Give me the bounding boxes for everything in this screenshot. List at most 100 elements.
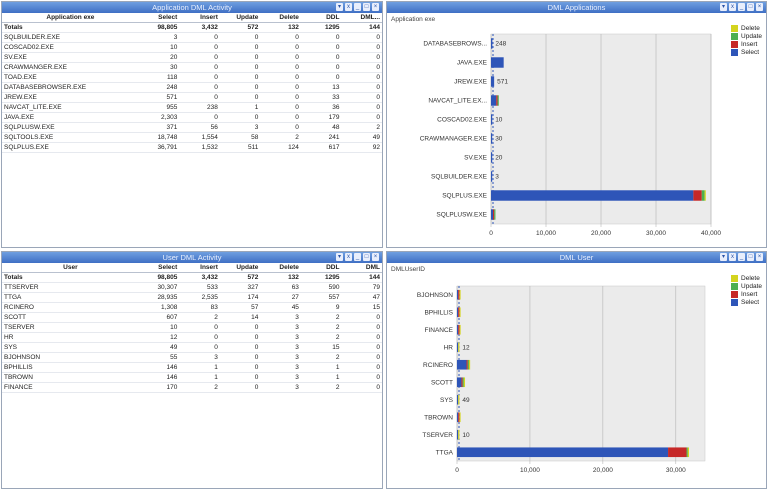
table-row[interactable]: SQLBUILDER.EXE 3 0 0 0 0 0 (2, 32, 382, 43)
cell-value: 83 (179, 302, 220, 313)
column-header[interactable]: Application exe (2, 13, 139, 23)
xl-icon[interactable]: x (345, 253, 352, 261)
category-label: JAVA.EXE (457, 60, 488, 67)
minimize-icon[interactable]: _ (354, 253, 361, 261)
table-row[interactable]: CRAWMANGER.EXE 30 0 0 0 0 0 (2, 62, 382, 73)
column-header[interactable]: User (2, 263, 139, 273)
legend-item[interactable]: Delete (731, 274, 762, 282)
row-label: HR (2, 332, 139, 343)
table-row[interactable]: TTGA 28,935 2,535 174 27 557 47 (2, 292, 382, 303)
x-tick-label: 20,000 (593, 467, 613, 474)
table-row[interactable]: SQLTOOLS.EXE 18,748 1,554 58 2 241 49 (2, 132, 382, 143)
totals-row[interactable]: Totals 98,805 3,432 572 132 1295 144 (2, 272, 382, 283)
cell-value: 0 (219, 82, 261, 93)
cell-value: 36 (300, 102, 342, 113)
table-row[interactable]: BJOHNSON 55 3 0 3 2 0 (2, 352, 382, 363)
column-header[interactable]: DDL (300, 13, 342, 23)
xl-icon[interactable]: x (345, 3, 352, 11)
legend-item[interactable]: Update (731, 32, 762, 40)
bar-segment-select (457, 307, 459, 318)
bar-segment-insert (461, 377, 463, 388)
legend-item[interactable]: Update (731, 282, 762, 290)
user-panel-titlebar[interactable]: User DML Activity ▾ x _ □ × (2, 252, 382, 263)
dml-applications-chart-panel: DML Applications ▾ x _ □ × Application e… (386, 1, 767, 248)
filter-icon[interactable]: ▾ (336, 253, 343, 261)
table-row[interactable]: HR 12 0 0 3 2 0 (2, 332, 382, 343)
maximize-icon[interactable]: □ (363, 3, 370, 11)
column-header[interactable]: Insert (179, 13, 220, 23)
cell-value: 248 (138, 82, 180, 93)
column-header[interactable]: Delete (260, 13, 301, 23)
column-header[interactable]: Delete (260, 263, 301, 273)
row-label: BPHILLIS (2, 362, 139, 373)
column-header[interactable]: DML (341, 263, 382, 273)
bar-segment-select (491, 38, 493, 49)
maximize-icon[interactable]: □ (747, 3, 754, 11)
cell-value: 2 (179, 312, 220, 323)
bar-segment-select (457, 429, 459, 440)
legend-item[interactable]: Select (731, 298, 762, 306)
cell-value: 0 (219, 322, 261, 333)
cell-value: 0 (179, 322, 220, 333)
minimize-icon[interactable]: _ (738, 3, 745, 11)
table-row[interactable]: TOAD.EXE 118 0 0 0 0 0 (2, 72, 382, 83)
maximize-icon[interactable]: □ (363, 253, 370, 261)
table-row[interactable]: FINANCE 170 2 0 3 2 0 (2, 382, 382, 393)
filter-icon[interactable]: ▾ (720, 3, 727, 11)
column-header[interactable]: DDL (300, 263, 342, 273)
table-row[interactable]: SQLPLUSW.EXE 371 56 3 0 48 2 (2, 122, 382, 133)
column-header[interactable]: Update (219, 13, 261, 23)
legend-item[interactable]: Insert (731, 40, 762, 48)
close-icon[interactable]: × (756, 253, 763, 261)
column-header[interactable]: Update (219, 263, 261, 273)
minimize-icon[interactable]: _ (354, 3, 361, 11)
legend-item[interactable]: Delete (731, 24, 762, 32)
table-row[interactable]: SV.EXE 20 0 0 0 0 0 (2, 52, 382, 63)
legend-label: Select (741, 48, 760, 56)
maximize-icon[interactable]: □ (747, 253, 754, 261)
table-row[interactable]: DATABASEBROWSER.EXE 248 0 0 0 13 0 (2, 82, 382, 93)
xl-icon[interactable]: x (729, 253, 736, 261)
table-row[interactable]: BPHILLIS 146 1 0 3 1 0 (2, 362, 382, 373)
legend-item[interactable]: Insert (731, 290, 762, 298)
close-icon[interactable]: × (372, 253, 379, 261)
cell-value: 3 (219, 122, 261, 133)
user-chart-titlebar[interactable]: DML User ▾ x _ □ × (387, 252, 766, 263)
filter-icon[interactable]: ▾ (720, 253, 727, 261)
cell-value: 15 (300, 342, 342, 353)
close-icon[interactable]: × (756, 3, 763, 11)
legend-item[interactable]: Select (731, 48, 762, 56)
table-row[interactable]: RCINERO 1,308 83 57 45 9 15 (2, 302, 382, 313)
cell-value: 3 (260, 312, 301, 323)
table-row[interactable]: NAVCAT_LITE.EXE 955 238 1 0 36 0 (2, 102, 382, 113)
cell-value: 36,791 (138, 142, 180, 153)
column-header[interactable]: Insert (179, 263, 220, 273)
table-row[interactable]: TTSERVER 30,307 533 327 63 590 79 (2, 282, 382, 293)
column-header[interactable]: Select (138, 263, 180, 273)
cell-value: 55 (138, 352, 180, 363)
table-row[interactable]: COSCAD02.EXE 10 0 0 0 0 0 (2, 42, 382, 53)
applications-chart-title: DML Applications (547, 3, 606, 12)
totals-row[interactable]: Totals 98,805 3,432 572 132 1295 144 (2, 22, 382, 33)
table-row[interactable]: SCOTT 607 2 14 3 2 0 (2, 312, 382, 323)
cell-value: 45 (260, 302, 301, 313)
cell-value: 0 (341, 352, 382, 363)
bar-segment-select (457, 394, 459, 405)
close-icon[interactable]: × (372, 3, 379, 11)
column-header[interactable]: DML... (341, 13, 382, 23)
xl-icon[interactable]: x (729, 3, 736, 11)
table-row[interactable]: JREW.EXE 571 0 0 0 33 0 (2, 92, 382, 103)
filter-icon[interactable]: ▾ (336, 3, 343, 11)
table-row[interactable]: SYS 49 0 0 3 15 0 (2, 342, 382, 353)
column-header[interactable]: Select (138, 13, 180, 23)
table-row[interactable]: JAVA.EXE 2,303 0 0 0 179 0 (2, 112, 382, 123)
applications-chart-titlebar[interactable]: DML Applications ▾ x _ □ × (387, 2, 766, 13)
table-row[interactable]: SQLPLUS.EXE 36,791 1,532 511 124 617 92 (2, 142, 382, 153)
application-panel-titlebar[interactable]: Application DML Activity ▾ x _ □ × (2, 2, 382, 13)
cell-value: 2,303 (138, 112, 180, 123)
minimize-icon[interactable]: _ (738, 253, 745, 261)
table-row[interactable]: TSERVER 10 0 0 3 2 0 (2, 322, 382, 333)
cell-value: 3 (179, 352, 220, 363)
cell-value: 955 (138, 102, 180, 113)
table-row[interactable]: TBROWN 146 1 0 3 1 0 (2, 372, 382, 383)
